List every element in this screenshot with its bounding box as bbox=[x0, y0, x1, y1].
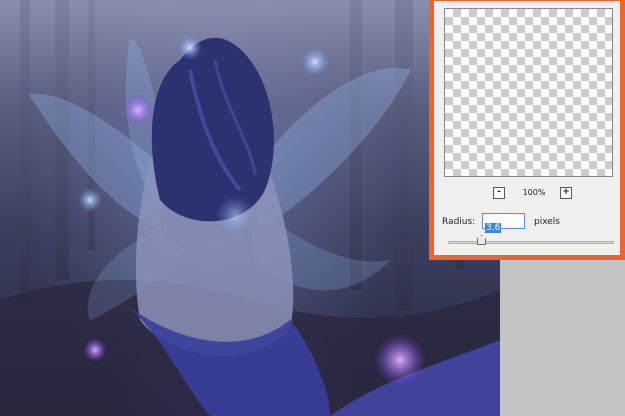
zoom-out-button[interactable]: - bbox=[493, 187, 505, 199]
radius-unit-label: pixels bbox=[534, 217, 560, 227]
fairy-artwork bbox=[0, 0, 500, 416]
radius-label: Radius: bbox=[442, 217, 476, 227]
radius-slider-thumb[interactable] bbox=[477, 235, 486, 245]
radius-value: 3.6 bbox=[485, 223, 502, 233]
radius-input[interactable]: 3.6 bbox=[482, 213, 525, 233]
radius-slider-track[interactable] bbox=[448, 241, 614, 244]
preview-window[interactable] bbox=[444, 8, 613, 177]
zoom-level-label: 100% bbox=[522, 188, 546, 197]
canvas-image bbox=[0, 0, 500, 416]
filter-dialog: - 100% + Radius: 3.6 pixels bbox=[429, 0, 625, 260]
zoom-in-button[interactable]: + bbox=[560, 187, 572, 199]
